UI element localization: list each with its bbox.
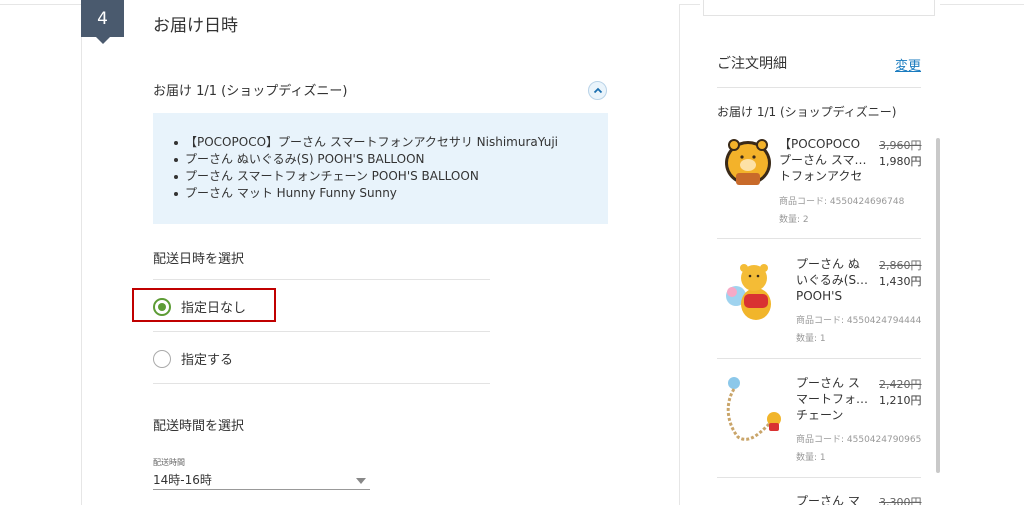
divider bbox=[717, 358, 921, 359]
product-name: 【POCOPOCO プーさん スマ… トフォンアクセ bbox=[779, 136, 871, 184]
product-quantity: 数量: 2 bbox=[779, 215, 809, 225]
time-select-title: 配送時間を選択 bbox=[153, 419, 245, 434]
collapse-button[interactable] bbox=[588, 81, 607, 100]
pooh-plush-image bbox=[722, 258, 778, 328]
highlight-box bbox=[132, 288, 276, 322]
product-name-line: いぐるみ(S… bbox=[796, 273, 869, 287]
divider bbox=[717, 238, 921, 239]
change-link[interactable]: 変更 bbox=[895, 55, 921, 74]
product-name-line: プーさん ス bbox=[796, 376, 860, 390]
list-item: プーさん マット Hunny Funny Sunny bbox=[172, 185, 608, 202]
divider bbox=[153, 331, 490, 332]
product-original-price: 3,300円 bbox=[879, 496, 922, 505]
radio-specify-date[interactable]: 指定する bbox=[153, 349, 233, 368]
list-item: 【POCOPOCO】プーさん スマートフォンアクセサリ NishimuraYuj… bbox=[172, 134, 608, 151]
section-title: お届け日時 bbox=[153, 16, 238, 36]
product-name: プーさん ぬ いぐるみ(S… POOH'S bbox=[796, 256, 876, 304]
divider bbox=[717, 477, 921, 478]
delivery-heading: お届け 1/1 (ショップディズニー) bbox=[153, 84, 348, 99]
scrollbar[interactable] bbox=[936, 138, 940, 473]
list-item: プーさん スマートフォンチェーン POOH'S BALLOON bbox=[172, 168, 608, 185]
delivery-time-select[interactable]: 14時-16時 bbox=[153, 470, 370, 490]
date-select-title: 配送日時を選択 bbox=[153, 252, 245, 267]
product-price: 1,980円 bbox=[879, 155, 922, 168]
time-field-label: 配送時間 bbox=[153, 458, 185, 467]
divider bbox=[717, 87, 921, 88]
order-summary-title: ご注文明細 bbox=[717, 56, 787, 72]
product-name-line: マートフォ… bbox=[796, 392, 869, 406]
list-item: プーさん ぬいぐるみ(S) POOH'S BALLOON bbox=[172, 151, 608, 168]
product-quantity: 数量: 1 bbox=[796, 453, 826, 463]
product-name-line: POOH'S bbox=[796, 289, 843, 303]
product-original-price: 3,960円 bbox=[879, 139, 922, 152]
product-name: プーさん ス マートフォ… チェーン bbox=[796, 375, 876, 423]
product-price: 1,210円 bbox=[879, 394, 922, 407]
product-code: 商品コード: 4550424790965 bbox=[796, 435, 922, 445]
product-name-line: プーさん マ bbox=[796, 494, 860, 505]
product-name-line: トフォンアクセ bbox=[779, 169, 863, 183]
radio-button[interactable] bbox=[153, 349, 171, 368]
select-value: 14時-16時 bbox=[153, 473, 212, 487]
product-original-price: 2,420円 bbox=[879, 378, 922, 391]
dropdown-arrow-icon bbox=[356, 478, 366, 484]
product-name: プーさん マ bbox=[796, 493, 876, 505]
step-number-badge: 4 bbox=[81, 0, 124, 44]
radio-label: 指定する bbox=[181, 353, 234, 368]
pooh-accessory-image bbox=[720, 135, 776, 205]
product-name-line: プーさん ぬ bbox=[796, 257, 860, 271]
product-quantity: 数量: 1 bbox=[796, 334, 826, 344]
divider bbox=[153, 383, 490, 384]
delivery-items-list: 【POCOPOCO】プーさん スマートフォンアクセサリ NishimuraYuj… bbox=[172, 134, 608, 202]
pooh-chain-image bbox=[718, 375, 781, 445]
product-code: 商品コード: 4550424794444 bbox=[796, 316, 922, 326]
product-code: 商品コード: 4550424696748 bbox=[779, 197, 905, 207]
product-original-price: 2,860円 bbox=[879, 259, 922, 272]
delivery-items-box: 【POCOPOCO】プーさん スマートフォンアクセサリ NishimuraYuj… bbox=[153, 113, 608, 224]
chevron-up-icon bbox=[593, 87, 602, 93]
product-name-line: チェーン bbox=[796, 408, 844, 422]
summary-delivery-heading: お届け 1/1 (ショップディズニー) bbox=[717, 105, 897, 119]
product-name-line: 【POCOPOCO bbox=[779, 137, 861, 151]
divider bbox=[153, 279, 490, 280]
product-name-line: プーさん スマ… bbox=[779, 153, 867, 167]
sidebar-top-box bbox=[703, 0, 935, 16]
product-price: 1,430円 bbox=[879, 275, 922, 288]
